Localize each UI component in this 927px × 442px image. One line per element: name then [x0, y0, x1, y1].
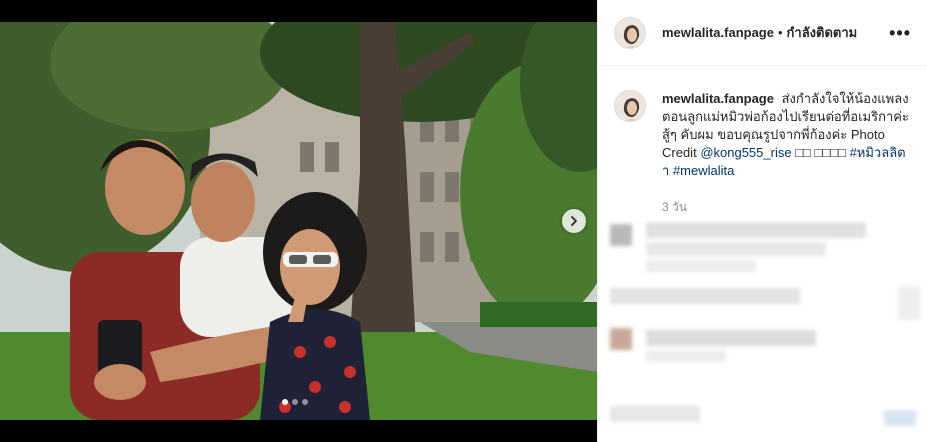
avatar-portrait-icon: [615, 17, 645, 48]
post-header: mewlalita.fanpage • กำลังติดตาม •••: [598, 0, 927, 66]
blurred-avatar: [610, 224, 632, 246]
more-options-button[interactable]: •••: [889, 24, 911, 42]
avatar[interactable]: [614, 16, 646, 49]
separator: •: [777, 25, 783, 40]
carousel-dot: [292, 399, 298, 405]
blurred-comment: [610, 406, 700, 422]
blurred-comment: [646, 242, 826, 256]
blurred-comment: [610, 288, 800, 304]
blurred-comment: [646, 350, 726, 362]
carousel-dot: [302, 399, 308, 405]
emoji-text: □□ □□□□: [795, 145, 846, 160]
blurred-avatar: [610, 328, 632, 350]
blurred-comment: [646, 222, 866, 238]
blurred-comment: [646, 330, 816, 346]
carousel-dot-active: [282, 399, 288, 405]
post-sidebar: mewlalita.fanpage • กำลังติดตาม ••• mewl…: [597, 0, 927, 442]
caption-avatar[interactable]: [614, 90, 646, 122]
blurred-comment: [884, 410, 916, 426]
caption-username[interactable]: mewlalita.fanpage: [662, 91, 774, 106]
carousel-indicator: [282, 399, 308, 405]
avatar-portrait-icon: [615, 91, 645, 121]
header-text: mewlalita.fanpage • กำลังติดตาม: [662, 22, 857, 43]
blurred-comment: [898, 286, 920, 320]
carousel-next-button[interactable]: [562, 209, 586, 233]
photo-viewer: [0, 0, 597, 442]
hashtag-link[interactable]: #mewlalita: [673, 163, 734, 178]
post-photo[interactable]: [0, 22, 597, 420]
comments-blurred: [598, 210, 927, 442]
caption-text: mewlalita.fanpage ส่งกำลังใจให้น้องแพลงต…: [662, 90, 911, 180]
mention-link[interactable]: @kong555_rise: [700, 145, 791, 160]
header-username[interactable]: mewlalita.fanpage: [662, 25, 774, 40]
blurred-comment: [646, 260, 756, 272]
photo-illustration: [0, 22, 597, 420]
caption: mewlalita.fanpage ส่งกำลังใจให้น้องแพลงต…: [598, 66, 927, 180]
chevron-right-icon: [571, 216, 577, 226]
follow-state-button[interactable]: กำลังติดตาม: [787, 22, 858, 43]
